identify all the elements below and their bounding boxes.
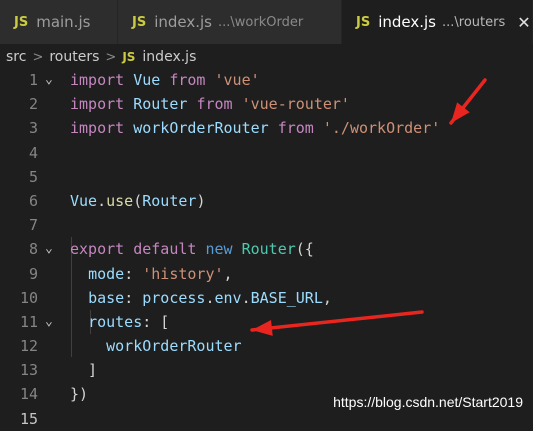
line-number: 6 xyxy=(0,189,38,213)
tab-2[interactable]: JS index.js ...\workOrder xyxy=(118,0,342,44)
tab-label: index.js xyxy=(154,13,212,31)
line-number: 11 xyxy=(0,310,38,334)
tab-1[interactable]: JS main.js xyxy=(0,0,118,44)
breadcrumb: src > routers > JS index.js xyxy=(0,44,533,70)
code-text: base: process.env.BASE_URL, xyxy=(70,286,332,310)
breadcrumb-item[interactable]: routers xyxy=(49,49,99,65)
line-number: 2 xyxy=(0,92,38,116)
tab-description: ...\routers xyxy=(442,15,505,30)
code-text: import Vue from 'vue' xyxy=(70,68,260,92)
code-editor[interactable]: 1 ⌄ import Vue from 'vue' 2 import Router fr… xyxy=(0,68,533,418)
code-line[interactable]: 9 mode: 'history', xyxy=(0,262,533,286)
fold-chevron-icon[interactable]: ⌄ xyxy=(45,68,53,92)
line-number: 4 xyxy=(0,141,38,165)
close-icon[interactable]: ✕ xyxy=(517,13,530,32)
code-line[interactable]: 4 xyxy=(0,141,533,165)
breadcrumb-item[interactable]: src xyxy=(6,49,26,65)
line-number: 10 xyxy=(0,286,38,310)
code-line[interactable]: 5 xyxy=(0,165,533,189)
line-number: 3 xyxy=(0,116,38,140)
line-number: 1 xyxy=(0,68,38,92)
line-number: 5 xyxy=(0,165,38,189)
code-line[interactable]: 6 Vue.use(Router) xyxy=(0,189,533,213)
js-file-icon: JS xyxy=(122,50,135,64)
code-line[interactable]: 11 ⌄ routes: [ xyxy=(0,310,533,334)
line-number: 8 xyxy=(0,237,38,261)
code-line[interactable]: 2 import Router from 'vue-router' xyxy=(0,92,533,116)
code-line[interactable]: 10 base: process.env.BASE_URL, xyxy=(0,286,533,310)
code-text: ] xyxy=(70,358,97,382)
chevron-right-icon: > xyxy=(105,50,116,65)
line-number: 7 xyxy=(0,213,38,237)
chevron-right-icon: > xyxy=(32,50,43,65)
code-text: }) xyxy=(70,382,88,406)
code-text: routes: [ xyxy=(70,310,169,334)
js-file-icon: JS xyxy=(14,15,28,30)
editor-tab-bar: JS main.js JS index.js ...\workOrder JS index.… xyxy=(0,0,533,44)
tab-3[interactable]: JS index.js ...\routers ✕ xyxy=(342,0,533,44)
code-line[interactable]: 3 import workOrderRouter from './workOrde… xyxy=(0,116,533,140)
code-text: import Router from 'vue-router' xyxy=(70,92,350,116)
code-line[interactable]: 7 xyxy=(0,213,533,237)
code-text: workOrderRouter xyxy=(70,334,242,358)
line-number: 15 xyxy=(0,407,38,431)
js-file-icon: JS xyxy=(356,15,370,30)
code-line[interactable]: 1 ⌄ import Vue from 'vue' xyxy=(0,68,533,92)
code-text: Vue.use(Router) xyxy=(70,189,205,213)
line-number: 12 xyxy=(0,334,38,358)
tab-label: index.js xyxy=(378,13,436,31)
code-line[interactable]: 12 workOrderRouter xyxy=(0,334,533,358)
code-text: import workOrderRouter from './workOrder… xyxy=(70,116,440,140)
js-file-icon: JS xyxy=(132,15,146,30)
tab-label: main.js xyxy=(36,13,90,31)
line-number: 9 xyxy=(0,262,38,286)
tab-description: ...\workOrder xyxy=(218,15,303,30)
code-text: export default new Router({ xyxy=(70,237,314,261)
fold-chevron-icon[interactable]: ⌄ xyxy=(45,310,53,334)
code-line[interactable]: 15 xyxy=(0,407,533,431)
code-text: mode: 'history', xyxy=(70,262,233,286)
line-number: 13 xyxy=(0,358,38,382)
breadcrumb-file[interactable]: index.js xyxy=(142,49,196,65)
code-line[interactable]: 13 ] xyxy=(0,358,533,382)
fold-chevron-icon[interactable]: ⌄ xyxy=(45,237,53,261)
code-line[interactable]: 8 ⌄ export default new Router({ xyxy=(0,237,533,261)
watermark: https://blog.csdn.net/Start2019 xyxy=(333,394,523,410)
line-number: 14 xyxy=(0,382,38,406)
